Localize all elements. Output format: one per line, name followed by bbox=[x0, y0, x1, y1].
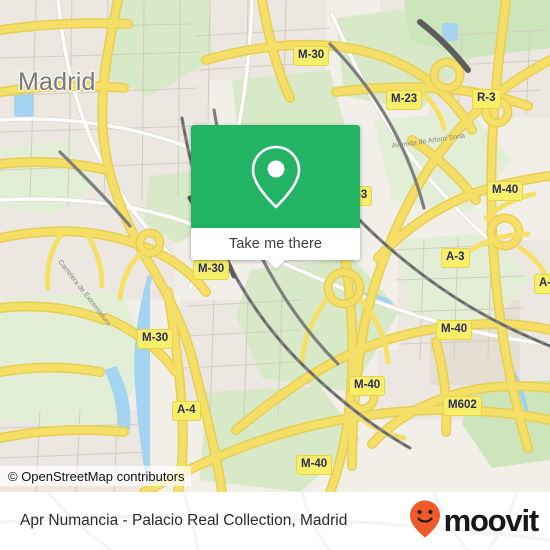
road-shield: A-3 bbox=[441, 248, 470, 268]
moovit-smiley-pin-icon bbox=[409, 499, 441, 544]
popup-pointer-tail bbox=[267, 259, 285, 269]
road-shield: M-40 bbox=[487, 181, 524, 201]
road-shield: M-40 bbox=[296, 455, 333, 475]
road-shield: M-40 bbox=[436, 320, 473, 340]
road-shield: M-30 bbox=[293, 46, 330, 66]
moovit-wordmark: moovit bbox=[443, 502, 540, 538]
map-pin-icon bbox=[248, 143, 304, 211]
osm-attribution-text: © OpenStreetMap contributors bbox=[8, 468, 185, 484]
moovit-place-map-screen: .base { fill:#f2efe9; } .urban { fill:#e… bbox=[0, 0, 550, 550]
road-shield: A- bbox=[534, 274, 550, 294]
place-title: Apr Numancia - Palacio Real Collection, … bbox=[20, 512, 348, 529]
road-shield: M-30 bbox=[193, 260, 230, 280]
place-popup-card[interactable]: Take me there bbox=[191, 125, 360, 269]
road-shield: M602 bbox=[443, 396, 482, 416]
road-shield: R-3 bbox=[472, 89, 501, 109]
moovit-brand[interactable]: moovit bbox=[409, 492, 540, 550]
road-shield: A-4 bbox=[172, 401, 201, 421]
footer-bar: Apr Numancia - Palacio Real Collection, … bbox=[0, 492, 550, 550]
take-me-there-button[interactable]: Take me there bbox=[191, 228, 360, 260]
osm-attribution[interactable]: © OpenStreetMap contributors bbox=[0, 466, 191, 486]
take-me-there-label: Take me there bbox=[228, 236, 323, 252]
place-card-header bbox=[191, 125, 360, 228]
road-shield: M-30 bbox=[137, 329, 174, 349]
road-shield: M-40 bbox=[349, 376, 386, 396]
road-shield: M-23 bbox=[386, 90, 423, 110]
map-canvas[interactable]: .base { fill:#f2efe9; } .urban { fill:#e… bbox=[0, 0, 550, 492]
